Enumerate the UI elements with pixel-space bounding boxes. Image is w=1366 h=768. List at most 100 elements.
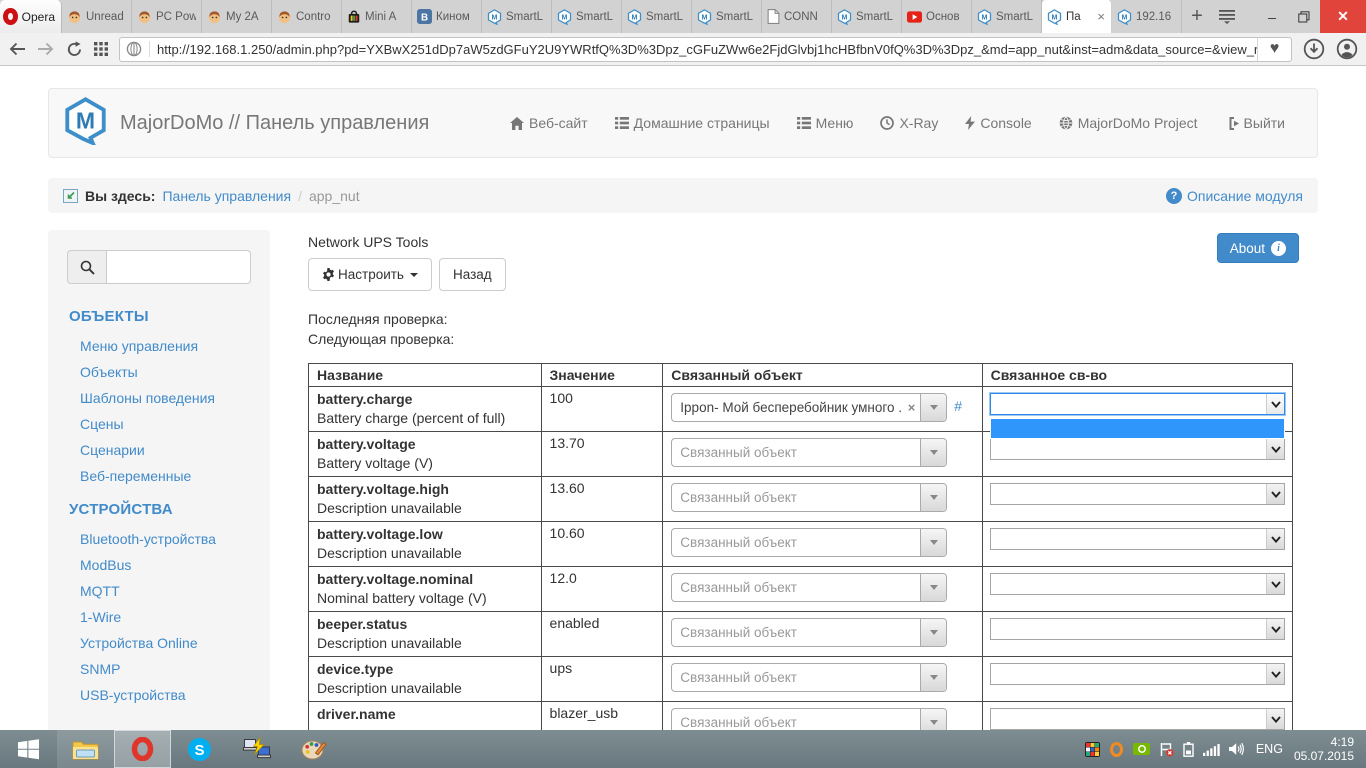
linked-object-select[interactable]: Связанный объект (671, 438, 948, 467)
module-help-link[interactable]: ? Описание модуля (1165, 187, 1303, 204)
close-window-icon[interactable]: ✕ (1320, 0, 1366, 33)
browser-tab[interactable]: M SmartL (552, 0, 622, 33)
nav-item-majordomo-project[interactable]: MajorDoMo Project (1059, 115, 1198, 131)
language-indicator[interactable]: ENG (1254, 742, 1285, 756)
back-button[interactable]: Назад (438, 258, 506, 291)
site-badge-icon[interactable] (126, 41, 142, 57)
back-icon[interactable] (8, 42, 26, 56)
majordomo-logo-icon[interactable]: M (62, 96, 109, 150)
clock[interactable]: 4:19 05.07.2015 (1294, 735, 1354, 763)
browser-tab[interactable]: M Па × (1042, 0, 1112, 33)
opera-menu-button[interactable]: Opera (0, 0, 62, 33)
browser-tab[interactable]: Основ (902, 0, 972, 33)
nav-item-меню[interactable]: Меню (796, 115, 853, 131)
configure-button[interactable]: Настроить (308, 258, 432, 291)
linked-object-select[interactable]: Связанный объект (671, 618, 948, 647)
bookmark-heart-icon[interactable]: ♥ (1257, 37, 1291, 61)
chevron-down-icon[interactable] (920, 394, 947, 421)
reload-icon[interactable] (66, 40, 83, 58)
sidebar-item[interactable]: MQTT (67, 578, 251, 604)
opera-tray-icon[interactable] (1109, 741, 1124, 757)
profile-icon[interactable] (1336, 38, 1358, 60)
rubiks-cube-icon[interactable] (1084, 741, 1100, 757)
chevron-down-icon[interactable] (920, 529, 947, 556)
linked-property-select[interactable] (989, 528, 1285, 550)
taskbar-remote-desktop-button[interactable] (228, 730, 285, 768)
new-tab-button[interactable]: + (1182, 0, 1212, 33)
browser-tab[interactable]: Unread (62, 0, 132, 33)
taskbar-start-button[interactable] (0, 730, 57, 768)
sidebar-item[interactable]: Сцены (67, 411, 251, 437)
chevron-down-icon[interactable] (920, 709, 947, 730)
linked-property-select[interactable] (989, 618, 1285, 640)
browser-tab[interactable]: CONN (762, 0, 832, 33)
sidebar-item[interactable]: Шаблоны поведения (67, 385, 251, 411)
network-signal-icon[interactable] (1202, 743, 1220, 756)
chevron-down-icon[interactable] (920, 619, 947, 646)
taskbar-paint-button[interactable] (285, 730, 342, 768)
browser-tab[interactable]: PC Pow (132, 0, 202, 33)
browser-tab[interactable]: В Кином (412, 0, 482, 33)
linked-property-select[interactable] (989, 708, 1285, 730)
sidebar-item[interactable]: USB-устройства (67, 682, 251, 708)
action-center-flag-icon[interactable] (1159, 742, 1174, 757)
nav-item-веб-сайт[interactable]: Веб-сайт (510, 115, 588, 131)
downloads-icon[interactable] (1303, 38, 1325, 60)
tab-menu-button[interactable] (1212, 0, 1242, 33)
linked-object-select[interactable]: Связанный объект (671, 483, 948, 512)
nav-item-console[interactable]: Console (965, 115, 1032, 131)
nav-item-выйти[interactable]: Выйти (1225, 115, 1285, 131)
linked-property-select[interactable] (989, 438, 1285, 460)
sidebar-item[interactable]: SNMP (67, 656, 251, 682)
nvidia-icon[interactable] (1132, 743, 1150, 755)
object-hash-link[interactable]: # (954, 398, 962, 414)
search-input[interactable] (107, 250, 251, 284)
linked-property-select[interactable] (989, 663, 1285, 685)
linked-object-select[interactable]: Связанный объект (671, 663, 948, 692)
linked-property-select[interactable] (989, 483, 1285, 505)
browser-tab[interactable]: M SmartL (622, 0, 692, 33)
nav-item-x-ray[interactable]: X-Ray (880, 115, 938, 131)
linked-object-select[interactable]: Связанный объект (671, 708, 948, 730)
browser-tab[interactable]: Contro (272, 0, 342, 33)
chevron-down-icon[interactable] (920, 439, 947, 466)
minimize-icon[interactable]: – (1256, 0, 1288, 33)
sidebar-item[interactable]: Меню управления (67, 333, 251, 359)
dropdown-highlighted-option[interactable] (989, 418, 1285, 439)
url-text[interactable]: http://192.168.1.250/admin.php?pd=YXBwX2… (157, 42, 1257, 57)
linked-property-select[interactable] (989, 573, 1285, 595)
sidebar-item[interactable]: Объекты (67, 359, 251, 385)
close-tab-icon[interactable]: × (1096, 10, 1106, 23)
chevron-down-icon[interactable] (920, 664, 947, 691)
clear-selection-icon[interactable]: × (903, 400, 921, 415)
speed-dial-icon[interactable] (94, 42, 108, 56)
volume-icon[interactable] (1228, 742, 1245, 756)
sidebar-item[interactable]: Веб-переменные (67, 463, 251, 489)
url-field[interactable]: http://192.168.1.250/admin.php?pd=YXBwX2… (119, 36, 1292, 62)
chevron-down-icon[interactable] (920, 574, 947, 601)
sidebar-item[interactable]: 1-Wire (67, 604, 251, 630)
browser-tab[interactable]: M SmartL (482, 0, 552, 33)
browser-tab[interactable]: My 2A (202, 0, 272, 33)
sidebar-item[interactable]: Устройства Online (67, 630, 251, 656)
chevron-down-icon[interactable] (920, 484, 947, 511)
search-button[interactable] (67, 250, 107, 284)
battery-icon[interactable] (1183, 741, 1194, 757)
browser-tab[interactable]: M 192.16 (1112, 0, 1182, 33)
sidebar-item[interactable]: ModBus (67, 552, 251, 578)
taskbar-opera-button[interactable] (114, 730, 171, 768)
about-button[interactable]: About i (1216, 233, 1299, 263)
browser-tab[interactable]: M SmartL (972, 0, 1042, 33)
sidebar-item[interactable]: Сценарии (67, 437, 251, 463)
browser-tab[interactable]: M SmartL (832, 0, 902, 33)
breadcrumb-link[interactable]: Панель управления (162, 188, 291, 204)
restore-icon[interactable] (1288, 0, 1320, 33)
sidebar-item[interactable]: Bluetooth-устройства (67, 526, 251, 552)
forward-icon[interactable] (37, 42, 55, 56)
taskbar-explorer-button[interactable] (57, 730, 114, 768)
taskbar-skype-button[interactable]: S (171, 730, 228, 768)
nav-item-домашние-страницы[interactable]: Домашние страницы (614, 115, 770, 131)
linked-property-select[interactable] (989, 393, 1285, 415)
linked-object-select[interactable]: Связанный объект (671, 573, 948, 602)
linked-object-select[interactable]: Ippon- Мой бесперебойник умного ... × (671, 393, 948, 422)
